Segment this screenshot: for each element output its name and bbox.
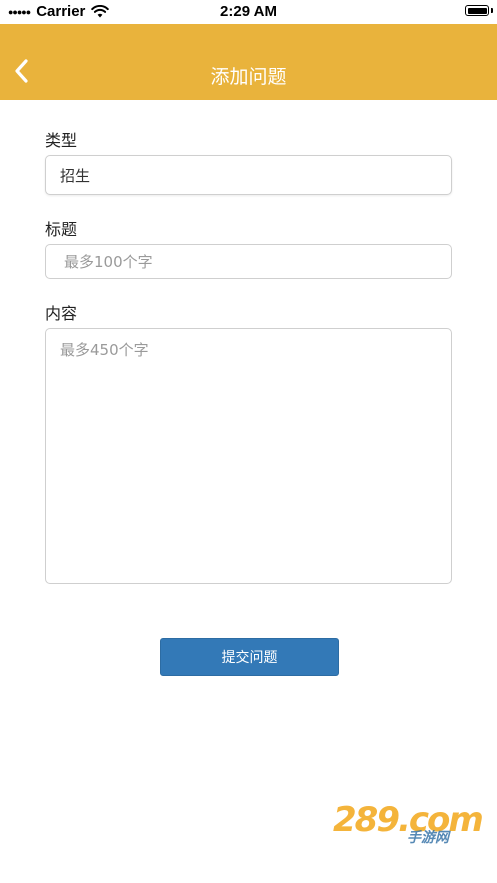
status-time: 2:29 AM — [220, 3, 277, 20]
battery-cap — [491, 8, 493, 13]
submit-button[interactable]: 提交问题 — [160, 638, 339, 676]
type-label: 类型 — [45, 131, 78, 150]
content-textarea[interactable] — [45, 328, 452, 584]
content-label: 内容 — [45, 304, 78, 323]
type-input[interactable] — [45, 155, 452, 195]
watermark-logo: 289.com 手游网 — [333, 800, 484, 848]
title-input[interactable] — [45, 244, 452, 279]
title-label: 标题 — [45, 220, 78, 239]
page-title: 添加问题 — [210, 66, 287, 88]
watermark-sub-text: 手游网 — [407, 830, 449, 846]
status-bar: ●●●●● Carrier 2:29 AM — [0, 0, 497, 24]
battery-icon — [465, 5, 489, 16]
nav-bar: 添加问题 — [0, 24, 497, 100]
